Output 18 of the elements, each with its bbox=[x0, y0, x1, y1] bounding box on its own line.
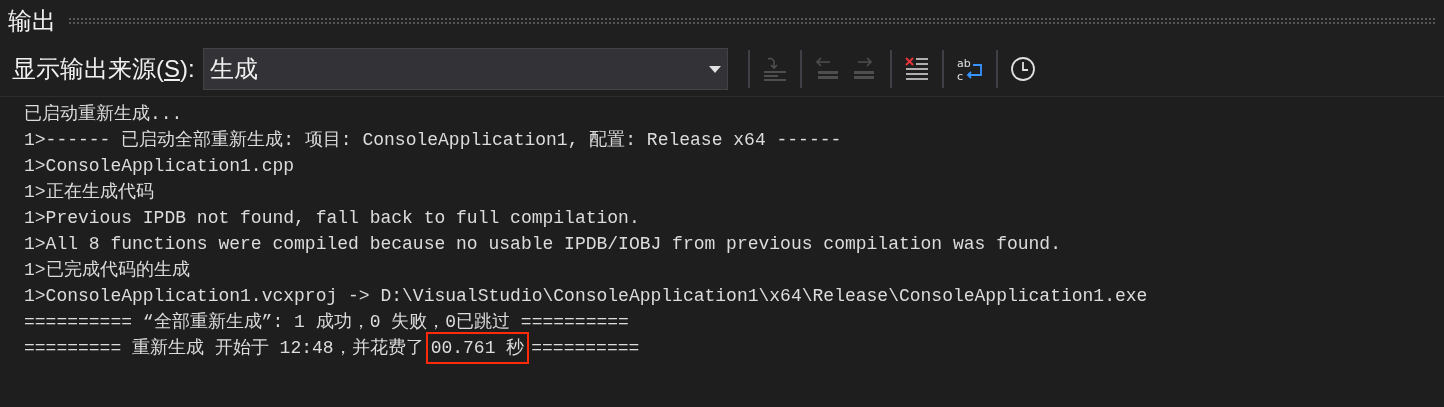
source-dropdown[interactable]: 生成 bbox=[202, 48, 728, 90]
source-label: 显示输出来源(S): bbox=[12, 54, 195, 84]
output-line: ========== “全部重新生成”: 1 成功，0 失败，0已跳过 ========== bbox=[24, 312, 629, 332]
output-line: 1>ConsoleApplication1.cpp bbox=[24, 156, 295, 176]
output-line: 1>正在生成代码 bbox=[24, 182, 154, 202]
output-line: 1>ConsoleApplication1.vcxproj -> D:\VisualStudio\ConsoleApplication1\x64\Release\ConsoleApplication1.exe bbox=[24, 286, 1148, 306]
output-line: 1>All 8 functions were compiled because no usable IPDB/IOBJ from previous compilation was found. bbox=[24, 234, 1061, 254]
output-line: ========= 重新生成 开始于 12:48，并花费了 bbox=[24, 336, 424, 360]
output-line: 已启动重新生成... bbox=[24, 104, 183, 124]
panel-title: 输出 bbox=[8, 9, 56, 33]
dropdown-caret-icon bbox=[708, 65, 721, 73]
clock-icon[interactable] bbox=[1009, 56, 1036, 82]
output-line: 1>已完成代码的生成 bbox=[24, 260, 190, 280]
clear-all-icon[interactable] bbox=[903, 57, 930, 81]
highlighted-duration: 00.761 秒 bbox=[425, 332, 530, 364]
output-line: ========== bbox=[531, 336, 640, 360]
output-line: 1>------ 已启动全部重新生成: 项目: ConsoleApplication1, 配置: Release x64 ------ bbox=[24, 130, 842, 150]
output-line: 1>Previous IPDB not found, fall back to full compilation. bbox=[24, 208, 640, 228]
